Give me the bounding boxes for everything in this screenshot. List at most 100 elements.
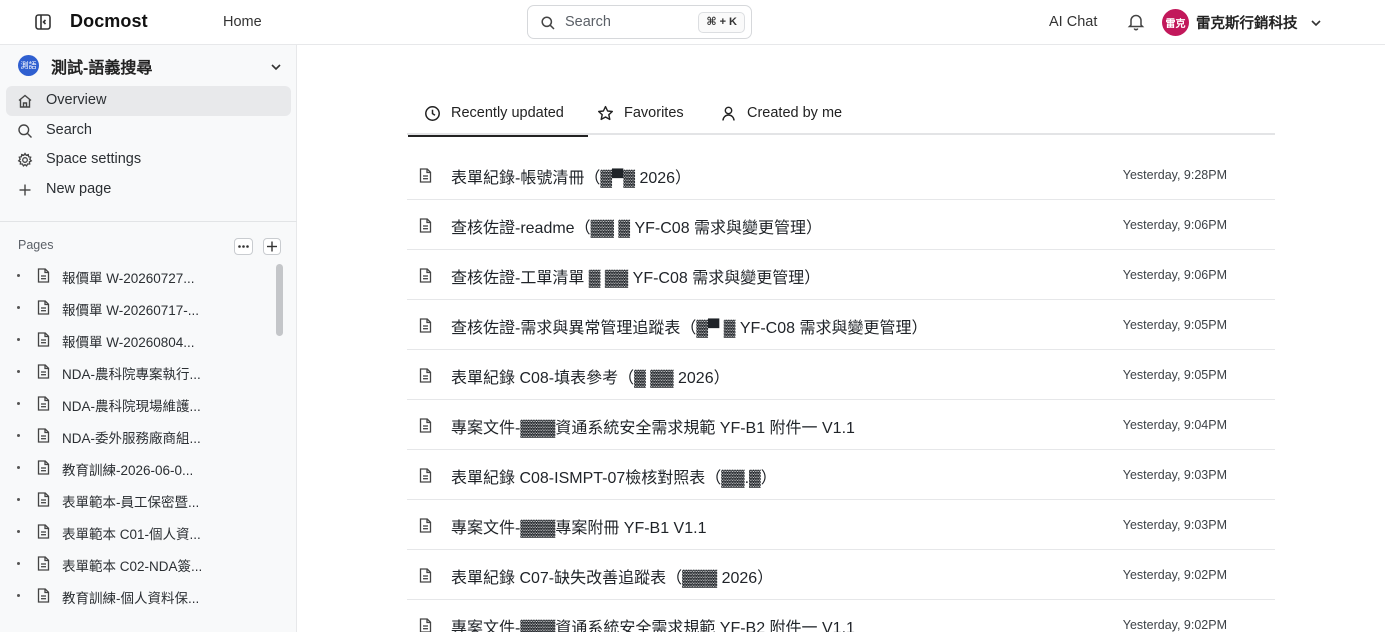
home-link[interactable]: Home bbox=[223, 14, 262, 30]
updated-timestamp: Yesterday, 9:05PM bbox=[1122, 368, 1227, 382]
updated-timestamp: Yesterday, 9:03PM bbox=[1122, 468, 1227, 482]
avatar: 雷克 bbox=[1162, 8, 1189, 36]
tab-recently-updated[interactable]: Recently updated bbox=[408, 95, 588, 137]
updated-timestamp: Yesterday, 9:05PM bbox=[1122, 318, 1227, 332]
bell-icon[interactable] bbox=[1127, 12, 1145, 31]
space-badge: 測語 bbox=[18, 55, 39, 76]
document-icon bbox=[37, 524, 51, 540]
list-item[interactable]: 表單紀錄 C07-缺失改善追蹤表（▓▓▓ 2026） Yesterday, 9:0… bbox=[407, 550, 1275, 600]
page-tree-item[interactable]: 表單範本-員工保密暨... bbox=[14, 486, 272, 514]
home-icon bbox=[17, 93, 33, 109]
document-icon bbox=[419, 218, 432, 233]
document-icon bbox=[37, 460, 51, 476]
tree-expand-toggle[interactable] bbox=[17, 466, 20, 469]
search-button[interactable]: Search ⌘ + K bbox=[527, 5, 752, 39]
top-header: Docmost Home Search ⌘ + K AI Chat 雷克 雷克斯… bbox=[0, 0, 1385, 45]
tab-favorites[interactable]: Favorites bbox=[597, 95, 697, 135]
list-item[interactable]: 專案文件-▓▓▓專案附冊 YF-B1 V1.1 Yesterday, 9:03PM bbox=[407, 500, 1275, 550]
tree-expand-toggle[interactable] bbox=[17, 594, 20, 597]
list-item[interactable]: 查核佐證-需求與異常管理追蹤表（▓▀ ▓ YF-C08 需求與變更管理） Yest… bbox=[407, 300, 1275, 350]
add-page-button[interactable] bbox=[263, 238, 281, 255]
page-tree-item-label: NDA-農科院現場維護... bbox=[62, 399, 201, 414]
page-tree-item-label: 報價單 W-20260717-... bbox=[62, 303, 200, 318]
tree-expand-toggle[interactable] bbox=[17, 562, 20, 565]
page-title: 查核佐證-readme（▓▓ ▓ YF-C08 需求與變更管理） bbox=[451, 220, 823, 237]
app-window: Docmost Home Search ⌘ + K AI Chat 雷克 雷克斯… bbox=[0, 0, 1385, 632]
space-name: 測試-語義搜尋 bbox=[51, 60, 153, 77]
page-title: 表單紀錄 C08-填表參考（▓ ▓▓ 2026） bbox=[451, 370, 730, 387]
gear-icon bbox=[17, 152, 33, 168]
more-options-button[interactable] bbox=[234, 238, 253, 255]
page-tree-item[interactable]: NDA-農科院專案執行... bbox=[14, 358, 272, 386]
list-item[interactable]: 專案文件-▓▓▓資通系統安全需求規範 YF-B1 附件一 V1.1 Yesterd… bbox=[407, 400, 1275, 450]
sidebar-toggle-icon[interactable] bbox=[33, 12, 53, 32]
tab-label: Favorites bbox=[624, 105, 684, 121]
page-tree-item[interactable]: 教育訓練-2026-06-0... bbox=[14, 454, 272, 482]
sidebar-item-overview[interactable]: Overview bbox=[6, 86, 291, 116]
list-item[interactable]: 表單紀錄-帳號清冊（▓▀▓ 2026） Yesterday, 9:28PM bbox=[407, 150, 1275, 200]
tree-expand-toggle[interactable] bbox=[17, 370, 20, 373]
list-item[interactable]: 專案文件-▓▓▓資通系統安全需求規範 YF-B2 附件一 V1.1 Yesterd… bbox=[407, 600, 1275, 632]
list-item[interactable]: 表單紀錄 C08-ISMPT-07檢核對照表（▓▓.▓） Yesterday, 9… bbox=[407, 450, 1275, 500]
list-item[interactable]: 查核佐證-readme（▓▓ ▓ YF-C08 需求與變更管理） Yesterda… bbox=[407, 200, 1275, 250]
tree-expand-toggle[interactable] bbox=[17, 338, 20, 341]
tree-expand-toggle[interactable] bbox=[17, 498, 20, 501]
page-tree-item[interactable]: 報價單 W-20260727... bbox=[14, 262, 272, 290]
user-menu[interactable]: 雷克 雷克斯行銷科技 bbox=[1162, 8, 1322, 36]
document-icon bbox=[37, 428, 51, 444]
sidebar-divider bbox=[0, 221, 297, 222]
tree-expand-toggle[interactable] bbox=[17, 402, 20, 405]
page-tree-item-label: 教育訓練-個人資料保... bbox=[62, 591, 200, 606]
page-tree-item-label: NDA-農科院專案執行... bbox=[62, 367, 201, 382]
tab-label: Created by me bbox=[747, 105, 843, 121]
list-item[interactable]: 表單紀錄 C08-填表參考（▓ ▓▓ 2026） Yesterday, 9:05P… bbox=[407, 350, 1275, 400]
page-tree-item[interactable]: 教育訓練-個人資料保... bbox=[14, 582, 272, 610]
document-icon bbox=[37, 364, 51, 380]
ai-chat-link[interactable]: AI Chat bbox=[1049, 14, 1097, 30]
brand-logo-text[interactable]: Docmost bbox=[70, 11, 148, 32]
list-item[interactable]: 查核佐證-工單清單 ▓ ▓▓ YF-C08 需求與變更管理） Yesterday,… bbox=[407, 250, 1275, 300]
tree-expand-toggle[interactable] bbox=[17, 306, 20, 309]
page-tree-item[interactable]: NDA-農科院現場維護... bbox=[14, 390, 272, 418]
search-shortcut-badge: ⌘ + K bbox=[698, 12, 745, 33]
document-icon bbox=[37, 268, 51, 284]
clock-icon bbox=[424, 105, 441, 122]
scrollbar-thumb[interactable] bbox=[276, 264, 283, 336]
page-tree-item-label: 表單範本 C02-NDA簽... bbox=[62, 559, 203, 574]
tree-expand-toggle[interactable] bbox=[17, 530, 20, 533]
page-tree-item-label: 表單範本-員工保密暨... bbox=[62, 495, 200, 510]
document-icon bbox=[419, 168, 432, 183]
updated-timestamp: Yesterday, 9:02PM bbox=[1122, 568, 1227, 582]
page-tree-item[interactable]: 報價單 W-20260804... bbox=[14, 326, 272, 354]
page-tree-item[interactable]: 表單範本 C02-NDA簽... bbox=[14, 550, 272, 578]
document-icon bbox=[37, 556, 51, 572]
tab-created-by-me[interactable]: Created by me bbox=[720, 95, 850, 135]
page-tree-item[interactable]: 表單範本 C01-個人資... bbox=[14, 518, 272, 546]
page-title: 專案文件-▓▓▓資通系統安全需求規範 YF-B1 附件一 V1.1 bbox=[451, 420, 855, 437]
search-placeholder: Search bbox=[565, 14, 611, 30]
page-title: 專案文件-▓▓▓專案附冊 YF-B1 V1.1 bbox=[451, 520, 707, 537]
sidebar-item-label: Search bbox=[46, 122, 92, 138]
tab-label: Recently updated bbox=[451, 105, 564, 121]
updated-timestamp: Yesterday, 9:03PM bbox=[1122, 518, 1227, 532]
page-title: 表單紀錄-帳號清冊（▓▀▓ 2026） bbox=[451, 170, 692, 187]
tree-expand-toggle[interactable] bbox=[17, 274, 20, 277]
tab-bar: Recently updated Favorites Created by me bbox=[407, 95, 1275, 137]
updated-timestamp: Yesterday, 9:06PM bbox=[1122, 268, 1227, 282]
sidebar-item-space-settings[interactable]: Space settings bbox=[6, 145, 291, 175]
sidebar-item-search[interactable]: Search bbox=[6, 116, 291, 146]
page-tree-item-label: NDA-委外服務廠商組... bbox=[62, 431, 201, 446]
user-icon bbox=[720, 105, 737, 122]
page-tree-item[interactable]: NDA-委外服務廠商組... bbox=[14, 422, 272, 450]
sidebar-item-new-page[interactable]: New page bbox=[6, 175, 291, 205]
space-selector[interactable]: 測語 測試-語義搜尋 bbox=[18, 54, 286, 77]
sidebar: 測語 測試-語義搜尋 Overview Search Space setting… bbox=[0, 45, 297, 632]
chevron-down-icon bbox=[270, 60, 282, 72]
tree-expand-toggle[interactable] bbox=[17, 434, 20, 437]
page-tree-item[interactable]: 報價單 W-20260717-... bbox=[14, 294, 272, 322]
updated-timestamp: Yesterday, 9:02PM bbox=[1122, 618, 1227, 632]
document-icon bbox=[37, 588, 51, 604]
search-icon bbox=[17, 123, 33, 139]
document-icon bbox=[37, 492, 51, 508]
sidebar-item-label: New page bbox=[46, 181, 112, 197]
